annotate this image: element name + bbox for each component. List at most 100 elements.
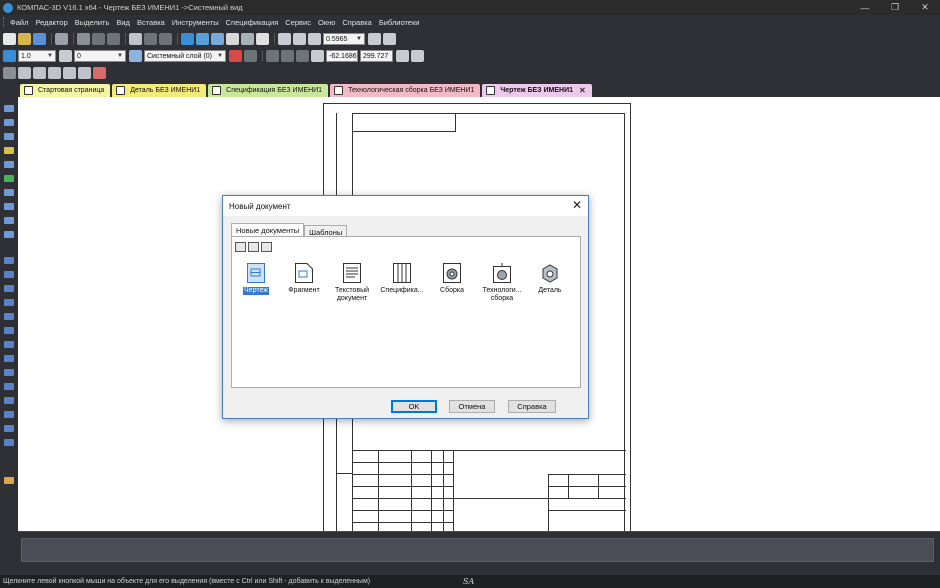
details-view-icon[interactable] (261, 242, 272, 252)
menu-window[interactable]: Окно (318, 18, 335, 27)
grid-icon[interactable] (266, 50, 279, 62)
close-window-button[interactable]: ✕ (910, 0, 940, 15)
macro-icon[interactable] (4, 477, 14, 484)
point-tool-icon[interactable] (4, 411, 14, 418)
large-icons-view-icon[interactable] (235, 242, 246, 252)
parametrization-icon[interactable] (4, 161, 14, 168)
doc-item-assembly[interactable]: Сборка (428, 263, 476, 295)
snap-icon[interactable] (244, 50, 257, 62)
coord-y-field[interactable]: 299.727 (360, 50, 393, 62)
equidistant-tool-icon[interactable] (4, 439, 14, 446)
line-style-icon[interactable] (3, 50, 16, 62)
tab-specification[interactable]: Спецификация БЕЗ ИМЕНИ1 (208, 84, 329, 97)
layer-name-field[interactable]: Системный слой (0) ▼ (144, 50, 226, 62)
tab-new-documents[interactable]: Новые документы (231, 223, 305, 236)
view-layout-icon[interactable] (48, 67, 61, 79)
edit-icon[interactable] (4, 147, 14, 154)
menu-specification[interactable]: Спецификация (226, 18, 279, 27)
help-button[interactable]: Справка (508, 400, 556, 413)
tab-drawing[interactable]: Чертеж БЕЗ ИМЕНИ1 ✕ (482, 84, 592, 97)
help-pointer-icon[interactable] (256, 33, 269, 45)
menu-libraries[interactable]: Библиотеки (379, 18, 420, 27)
zoom-in-icon[interactable] (293, 33, 306, 45)
notation-icon[interactable] (4, 133, 14, 140)
redo-icon[interactable] (159, 33, 172, 45)
fillet-tool-icon[interactable] (4, 369, 14, 376)
parametric-icon[interactable] (396, 50, 409, 62)
tab-start-page[interactable]: Стартовая страница (20, 84, 111, 97)
doc-item-tech-assembly[interactable]: Технологи... сборка (478, 263, 526, 303)
variables-icon[interactable] (211, 33, 224, 45)
minimize-button[interactable]: — (850, 0, 880, 15)
line-tool-icon[interactable] (4, 257, 14, 264)
tab-tech-assembly[interactable]: Технологическая сборка БЕЗ ИМЕНИ1 (330, 84, 481, 97)
menu-service[interactable]: Сервис (285, 18, 311, 27)
cancel-button[interactable]: Отмена (449, 400, 495, 413)
line-scale-field[interactable]: 1.0 ▼ (18, 50, 56, 62)
list-view-icon[interactable] (248, 242, 259, 252)
library-icon[interactable] (196, 33, 209, 45)
doc-item-drawing[interactable]: Чертеж (232, 263, 280, 295)
new-document-icon[interactable] (3, 33, 16, 45)
save-icon[interactable] (33, 33, 46, 45)
reports-icon[interactable] (4, 231, 14, 238)
paste-icon[interactable] (107, 33, 120, 45)
spline-tool-icon[interactable] (4, 313, 14, 320)
menu-view[interactable]: Вид (116, 18, 130, 27)
doc-item-text-document[interactable]: Текстовый документ (328, 263, 376, 303)
cursor-coords-icon[interactable] (311, 50, 324, 62)
menu-file[interactable]: Файл (10, 18, 28, 27)
layer-state-icon[interactable] (59, 50, 72, 62)
measure-tool-icon[interactable] (4, 175, 14, 182)
layers-stack-icon[interactable] (129, 50, 142, 62)
pointer-icon[interactable] (411, 50, 424, 62)
layers-icon[interactable] (226, 33, 239, 45)
close-tab-icon[interactable]: ✕ (579, 86, 586, 95)
view-settings-icon[interactable] (33, 67, 46, 79)
contour-tool-icon[interactable] (4, 383, 14, 390)
local-cs-icon[interactable] (296, 50, 309, 62)
new-view-icon[interactable] (18, 67, 31, 79)
manager-icon[interactable] (181, 33, 194, 45)
geometry-icon[interactable] (4, 105, 14, 112)
coord-x-field[interactable]: -62.1686 (326, 50, 358, 62)
restore-button[interactable]: ❐ (880, 0, 910, 15)
ellipse-tool-icon[interactable] (4, 299, 14, 306)
refresh-icon[interactable] (278, 33, 291, 45)
open-folder-icon[interactable] (18, 33, 31, 45)
undo-icon[interactable] (144, 33, 157, 45)
close-dialog-icon[interactable]: ✕ (572, 198, 582, 212)
dimensions-icon[interactable] (4, 119, 14, 126)
polygon-tool-icon[interactable] (4, 341, 14, 348)
layer-number-field[interactable]: 0 ▼ (74, 50, 126, 62)
circle-tool-icon[interactable] (4, 271, 14, 278)
associative-views-icon[interactable] (4, 203, 14, 210)
cut-icon[interactable] (77, 33, 90, 45)
print-icon[interactable] (55, 33, 68, 45)
copy-icon[interactable] (92, 33, 105, 45)
menu-help[interactable]: Справка (342, 18, 371, 27)
measure-icon[interactable] (241, 33, 254, 45)
tab-templates[interactable]: Шаблоны (304, 225, 348, 237)
zoom-all-icon[interactable] (383, 33, 396, 45)
menu-tools[interactable]: Инструменты (172, 18, 219, 27)
spec-tool-icon[interactable] (4, 217, 14, 224)
menu-editor[interactable]: Редактор (35, 18, 67, 27)
view-align-icon[interactable] (63, 67, 76, 79)
arc-tool-icon[interactable] (4, 285, 14, 292)
color-icon[interactable] (229, 50, 242, 62)
pan-icon[interactable] (368, 33, 381, 45)
chamfer-tool-icon[interactable] (4, 355, 14, 362)
doc-item-fragment[interactable]: Фрагмент (280, 263, 328, 295)
hatch-tool-icon[interactable] (4, 397, 14, 404)
zoom-out-icon[interactable] (308, 33, 321, 45)
ok-button[interactable]: OK (391, 400, 437, 413)
zoom-field[interactable]: 0.5965 ▼ (323, 33, 365, 45)
view-rotate-icon[interactable] (78, 67, 91, 79)
aux-line-tool-icon[interactable] (4, 425, 14, 432)
properties-icon[interactable] (129, 33, 142, 45)
menu-select[interactable]: Выделить (75, 18, 110, 27)
rectangle-tool-icon[interactable] (4, 327, 14, 334)
stop-icon[interactable] (93, 67, 106, 79)
menu-insert[interactable]: Вставка (137, 18, 165, 27)
